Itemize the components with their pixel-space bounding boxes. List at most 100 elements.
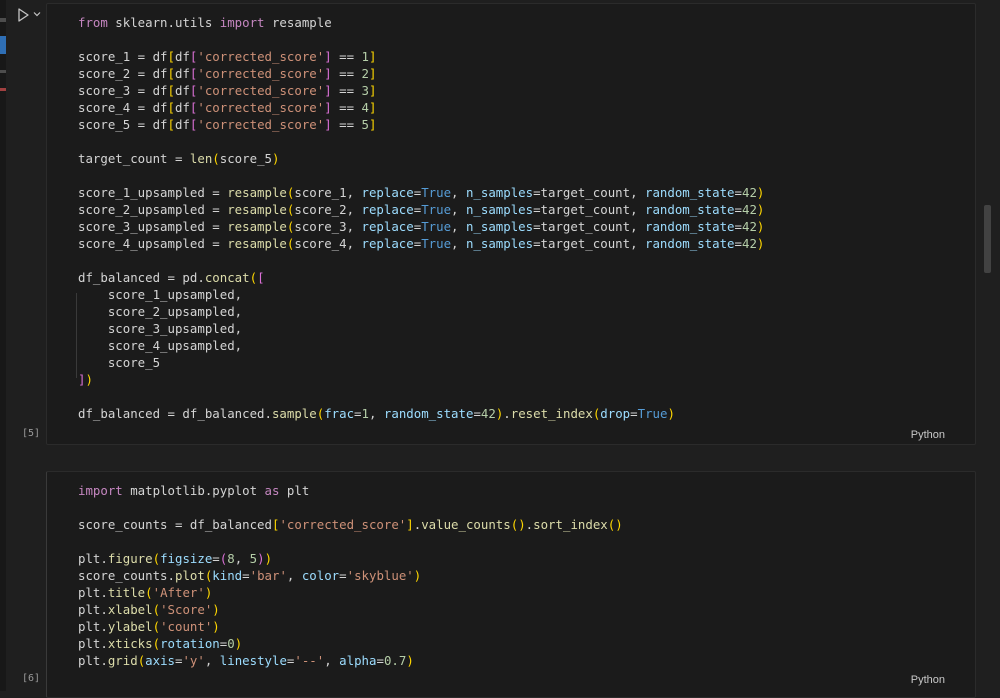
code-token: ] (324, 83, 332, 98)
code-token: ) (264, 551, 273, 566)
code-cell[interactable]: from sklearn.utils import resample score… (46, 3, 976, 445)
cell-language-label[interactable]: Python (911, 429, 945, 441)
code-token: xlabel (107, 602, 153, 617)
code-token: ) (204, 585, 213, 600)
code-token: [ (167, 66, 175, 81)
code-token: 3 (361, 83, 369, 98)
code-token: True (421, 236, 452, 251)
code-token: grid (107, 653, 138, 668)
code-token: = (212, 551, 220, 566)
code-token: = (242, 568, 250, 583)
code-token: n_samples (465, 185, 534, 200)
code-token: =target_count, (533, 202, 645, 217)
code-token: axis (145, 653, 175, 668)
code-token: concat (204, 270, 250, 285)
code-token: 'Score' (160, 602, 213, 617)
chevron-down-icon[interactable] (32, 9, 42, 19)
code-token: 2 (361, 66, 369, 81)
code-editor[interactable]: import matplotlib.pyplot as plt score_co… (78, 482, 623, 669)
code-line: df_balanced = pd.concat([ (78, 269, 764, 286)
code-token: True (637, 406, 668, 421)
code-token: score_2, (294, 202, 362, 217)
code-token: resample (227, 202, 287, 217)
code-token: ) (257, 551, 265, 566)
code-token: plt. (78, 653, 108, 668)
code-token: df_balanced = pd. (78, 270, 205, 285)
code-token: ] (369, 66, 377, 81)
code-cell[interactable]: import matplotlib.pyplot as plt score_co… (46, 471, 976, 698)
code-token: replace (361, 219, 414, 234)
code-line: score_2_upsampled, (78, 303, 764, 320)
code-token: kind (212, 568, 243, 583)
code-token: . (503, 406, 511, 421)
code-token: figsize (160, 551, 213, 566)
code-token: rotation (160, 636, 220, 651)
code-token: resample (227, 185, 287, 200)
code-token: score_3_upsampled, (78, 321, 243, 336)
code-token: , (451, 202, 466, 217)
code-token: random_state (645, 202, 735, 217)
code-token: score_3 = df (78, 83, 168, 98)
code-token: replace (361, 236, 414, 251)
code-token: , (368, 406, 384, 421)
code-token: score_2_upsampled, (78, 304, 243, 319)
cell-language-label[interactable]: Python (911, 674, 945, 686)
code-token: ] (324, 117, 332, 132)
code-line: score_1_upsampled = resample(score_1, re… (78, 184, 764, 201)
code-token: score_2_upsampled = (78, 202, 228, 217)
code-token: 'skyblue' (346, 568, 414, 583)
code-token: target_count = (78, 151, 190, 166)
code-token: ( (212, 151, 220, 166)
code-token: score_2 = df (78, 66, 168, 81)
indent-guide (76, 293, 77, 378)
code-token: frac (324, 406, 355, 421)
code-line: score_4_upsampled, (78, 337, 764, 354)
code-token: score_5 (78, 355, 161, 370)
code-token: ) (667, 406, 675, 421)
code-token: ) (756, 236, 765, 251)
code-token: score_3_upsampled = (78, 219, 228, 234)
gutter-marker (0, 70, 6, 73)
code-token: ) (212, 602, 220, 617)
code-token: linestyle (219, 653, 287, 668)
code-token: n_samples (465, 219, 534, 234)
code-token: 0.7 (383, 653, 407, 668)
code-token: =target_count, (533, 185, 645, 200)
code-token: = (339, 568, 347, 583)
code-token: =target_count, (533, 219, 645, 234)
code-token: df (175, 117, 190, 132)
run-cell-icon[interactable] (15, 7, 31, 23)
code-token: ) (756, 185, 765, 200)
code-token: 'corrected_score' (197, 83, 325, 98)
code-token: df (175, 49, 190, 64)
code-token: 'corrected_score' (197, 117, 325, 132)
execution-count: [5] (22, 428, 41, 439)
code-token: [ (167, 100, 175, 115)
code-token: == (331, 117, 362, 132)
code-token: score_4_upsampled = (78, 236, 228, 251)
code-token: 42 (742, 219, 757, 234)
code-token: 'corrected_score' (197, 100, 325, 115)
code-line: score_2_upsampled = resample(score_2, re… (78, 201, 764, 218)
code-token: as (264, 483, 280, 498)
code-token: alpha (339, 653, 377, 668)
code-token: == (331, 83, 362, 98)
code-editor[interactable]: from sklearn.utils import resample score… (78, 14, 764, 422)
code-token: [ (167, 49, 175, 64)
code-token: True (421, 185, 452, 200)
code-token: df_balanced = df_balanced. (78, 406, 272, 421)
code-token: ( (152, 551, 161, 566)
code-token: score_counts. (78, 568, 175, 583)
code-token: = (734, 185, 742, 200)
code-token: ] (324, 49, 332, 64)
code-line: score_1 = df[df['corrected_score'] == 1] (78, 48, 764, 65)
code-token: ) (85, 372, 93, 387)
code-line: import matplotlib.pyplot as plt (78, 482, 623, 499)
code-token: ) (413, 568, 422, 583)
vertical-scrollbar[interactable] (984, 205, 991, 273)
code-token: , (234, 551, 250, 566)
